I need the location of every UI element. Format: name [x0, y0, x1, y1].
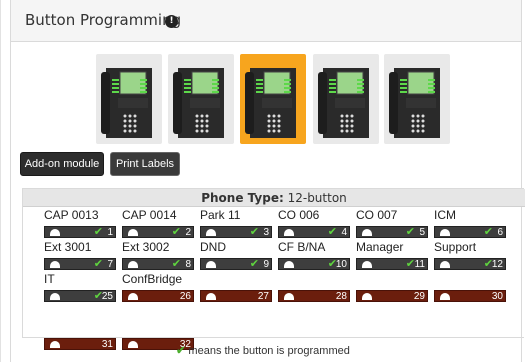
phone-type-value: 12-button [287, 191, 347, 205]
slot-label: Manager [356, 240, 404, 254]
panel-header: Button Programming ! [10, 0, 522, 42]
handset-icon [362, 261, 372, 268]
slot-bar[interactable]: ✔ 5 [356, 226, 428, 238]
info-icon[interactable]: ! [165, 15, 178, 28]
slot-label: IT [44, 272, 55, 286]
phone-icon [318, 68, 369, 138]
check-icon: ✔ [176, 345, 186, 357]
phone-type-header: Phone Type: 12-button [23, 189, 525, 207]
check-icon: ✔ [249, 225, 259, 238]
slot-bar[interactable]: ✔ 1 [44, 226, 116, 238]
slot-bar[interactable]: ✔ 12 [434, 258, 506, 270]
slot-number: 3 [263, 227, 269, 238]
slot-bar[interactable]: ✔ 9 [200, 258, 272, 270]
check-icon: ✔ [483, 225, 493, 238]
slot-label: CAP 0013 [44, 208, 99, 222]
slot-label: CF B/NA [278, 240, 326, 254]
slot-bar[interactable]: 29 [356, 290, 428, 302]
handset-icon [206, 261, 216, 268]
check-icon: ✔ [405, 225, 415, 238]
slot-bar[interactable]: ✔ 10 [278, 258, 350, 270]
slot-label: Ext 3001 [44, 240, 92, 254]
check-icon: ✔ [171, 225, 181, 238]
handset-icon [128, 261, 138, 268]
handset-icon [284, 229, 294, 236]
handset-icon [284, 293, 294, 300]
slot-label: DND [200, 240, 226, 254]
phone-icon [173, 68, 224, 138]
slot-number: 11 [414, 259, 425, 270]
slot-bar[interactable]: ✔ 4 [278, 226, 350, 238]
handset-icon [206, 229, 216, 236]
check-icon: ✔ [93, 225, 103, 238]
handset-icon [284, 261, 294, 268]
phone-icon [245, 68, 296, 138]
handset-icon [50, 261, 60, 268]
slot-number: 2 [185, 227, 191, 238]
slot-number: 7 [107, 259, 113, 270]
slot-bar[interactable]: ✔ 8 [122, 258, 194, 270]
handset-icon [362, 293, 372, 300]
slot-label: CO 007 [356, 208, 398, 222]
add-on-module-button[interactable]: Add-on module [20, 152, 104, 176]
handset-icon [440, 261, 450, 268]
check-icon: ✔ [93, 257, 103, 270]
slot-bar[interactable]: ✔ 2 [122, 226, 194, 238]
check-icon: ✔ [327, 225, 337, 238]
handset-icon [50, 229, 60, 236]
handset-icon [440, 229, 450, 236]
phone-model-2[interactable] [168, 54, 234, 144]
slot-bar[interactable]: 30 [434, 290, 506, 302]
slot-label: Park 11 [200, 208, 241, 222]
phone-type-label: Phone Type: [201, 191, 284, 205]
phone-model-1[interactable] [96, 54, 162, 144]
slot-number: 30 [491, 291, 503, 302]
slot-bar[interactable]: 27 [200, 290, 272, 302]
legend-text: means the button is programmed [188, 345, 350, 357]
slot-bar[interactable]: ✔ 11 [356, 258, 428, 270]
print-labels-button[interactable]: Print Labels [110, 152, 180, 176]
slot-number: 8 [185, 259, 191, 270]
slot-label: Ext 3002 [122, 240, 170, 254]
check-icon: ✔ [405, 257, 415, 270]
slot-number: 27 [257, 291, 269, 302]
handset-icon [440, 293, 450, 300]
check-icon: ✔ [249, 257, 259, 270]
phone-icon [389, 68, 440, 138]
slot-bar[interactable]: ✔ 6 [434, 226, 506, 238]
handset-icon [362, 229, 372, 236]
legend: ✔ means the button is programmed [0, 344, 526, 357]
slot-label: ICM [434, 208, 456, 222]
slot-number: 28 [335, 291, 347, 302]
slot-bar[interactable]: ✔ 25 [44, 290, 116, 302]
handset-icon [128, 293, 138, 300]
phone-icon [101, 68, 152, 138]
slot-label: CO 006 [278, 208, 320, 222]
slot-number: 25 [101, 291, 113, 302]
slot-bar[interactable]: 28 [278, 290, 350, 302]
phone-model-4[interactable] [313, 54, 379, 144]
slot-bar[interactable]: ✔ 7 [44, 258, 116, 270]
check-icon: ✔ [171, 257, 181, 270]
slot-number: 12 [491, 259, 503, 270]
slot-label: Support [434, 240, 477, 254]
slot-label: ConfBridge [122, 272, 183, 286]
page-title: Button Programming [25, 11, 182, 29]
slot-number: 29 [413, 291, 425, 302]
slot-number: 5 [419, 227, 425, 238]
slot-number: 6 [497, 227, 503, 238]
phone-model-5[interactable] [384, 54, 450, 144]
slot-number: 9 [263, 259, 269, 270]
slot-bar[interactable]: 26 [122, 290, 194, 302]
slot-label: CAP 0014 [122, 208, 177, 222]
handset-icon [206, 293, 216, 300]
slot-number: 26 [179, 291, 191, 302]
handset-icon [128, 229, 138, 236]
slot-bar[interactable]: ✔ 3 [200, 226, 272, 238]
phone-model-3[interactable] [240, 54, 306, 144]
slot-number: 1 [107, 227, 113, 238]
slot-number: 10 [335, 259, 347, 270]
slot-number: 4 [341, 227, 347, 238]
handset-icon [50, 293, 60, 300]
